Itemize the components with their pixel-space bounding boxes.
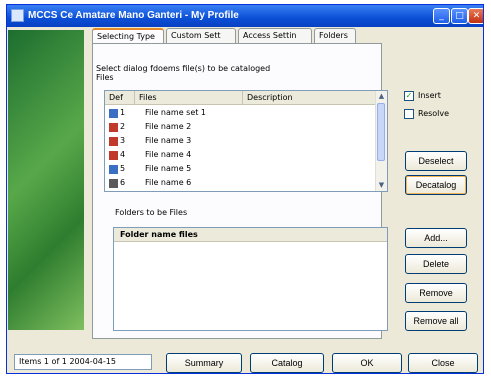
delete-button[interactable]: Delete <box>405 254 467 274</box>
tab-folders[interactable]: Folders <box>314 28 356 43</box>
file-row[interactable]: 4 File name 4 <box>105 149 377 162</box>
side-banner-image <box>8 30 84 330</box>
file-name: File name 5 <box>145 164 192 173</box>
files-list-scrollbar[interactable]: ▲ ▼ <box>375 91 387 191</box>
folders-list[interactable]: Folder name files <box>113 227 388 331</box>
file-icon <box>109 151 118 160</box>
catalog-button[interactable]: Catalog <box>250 353 324 373</box>
close-window-button[interactable]: ✕ <box>468 8 483 24</box>
file-def: 3 <box>120 136 126 145</box>
selection-instruction: Select dialog fdoems file(s) to be catal… <box>96 64 271 73</box>
decatalog-button[interactable]: Decatalog <box>405 175 467 195</box>
file-row[interactable]: 2 File name 2 <box>105 121 377 134</box>
minimize-button[interactable]: _ <box>433 8 450 24</box>
file-def: 1 <box>120 108 126 117</box>
remove-all-button[interactable]: Remove all <box>405 311 467 331</box>
add-button[interactable]: Add... <box>405 228 467 248</box>
file-name: File name set 1 <box>145 108 207 117</box>
file-def: 4 <box>120 150 126 159</box>
file-name: File name 3 <box>145 136 192 145</box>
summary-button[interactable]: Summary <box>166 353 242 373</box>
resolve-checkbox[interactable] <box>404 109 414 119</box>
remove-button[interactable]: Remove <box>405 283 467 303</box>
files-list[interactable]: Def Files Description 1 File name set 1 2 F… <box>104 90 388 192</box>
file-row[interactable]: 6 File name 6 <box>105 177 377 190</box>
column-header-files[interactable]: Files <box>135 91 243 105</box>
file-name: File name 6 <box>145 178 192 187</box>
file-name: File name 4 <box>145 150 192 159</box>
insert-checkbox-label: Insert <box>418 91 441 100</box>
file-icon <box>109 137 118 146</box>
folders-group-label: Folders to be Files <box>115 208 188 217</box>
file-icon <box>109 165 118 174</box>
scroll-up-arrow-icon[interactable]: ▲ <box>376 91 387 102</box>
title-bar[interactable]: MCCS Ce Amatare Mano Ganteri - My Profil… <box>7 5 483 27</box>
maximize-button[interactable]: □ <box>451 8 468 24</box>
tab-selecting-type[interactable]: Selecting Type <box>92 28 164 44</box>
window-title: MCCS Ce Amatare Mano Ganteri - My Profil… <box>28 10 239 21</box>
column-header-description[interactable]: Description <box>243 91 377 105</box>
column-header-def[interactable]: Def <box>105 91 135 105</box>
file-row[interactable]: 1 File name set 1 <box>105 107 377 120</box>
status-field: Items 1 of 1 2004-04-15 <box>14 354 152 370</box>
file-icon <box>109 109 118 118</box>
tab-custom-settings[interactable]: Custom Sett <box>166 28 236 43</box>
file-def: 6 <box>120 178 126 187</box>
scroll-thumb[interactable] <box>377 103 385 161</box>
ok-button[interactable]: OK <box>332 353 402 373</box>
file-def: 2 <box>120 122 126 131</box>
file-icon <box>109 179 118 188</box>
deselect-button[interactable]: Deselect <box>405 151 467 171</box>
insert-checkbox[interactable]: ✓ <box>404 91 414 101</box>
file-icon <box>109 123 118 132</box>
file-name: File name 2 <box>145 122 192 131</box>
scroll-down-arrow-icon[interactable]: ▼ <box>376 180 387 191</box>
column-header-folder-name[interactable]: Folder name files <box>114 228 387 242</box>
tab-access-settings[interactable]: Access Settin <box>238 28 312 43</box>
files-group-label: Files <box>96 73 114 82</box>
file-def: 5 <box>120 164 126 173</box>
close-button[interactable]: Close <box>408 353 478 373</box>
app-icon <box>11 9 24 22</box>
file-row[interactable]: 3 File name 3 <box>105 135 377 148</box>
resolve-checkbox-label: Resolve <box>418 109 450 118</box>
file-row[interactable]: 5 File name 5 <box>105 163 377 176</box>
